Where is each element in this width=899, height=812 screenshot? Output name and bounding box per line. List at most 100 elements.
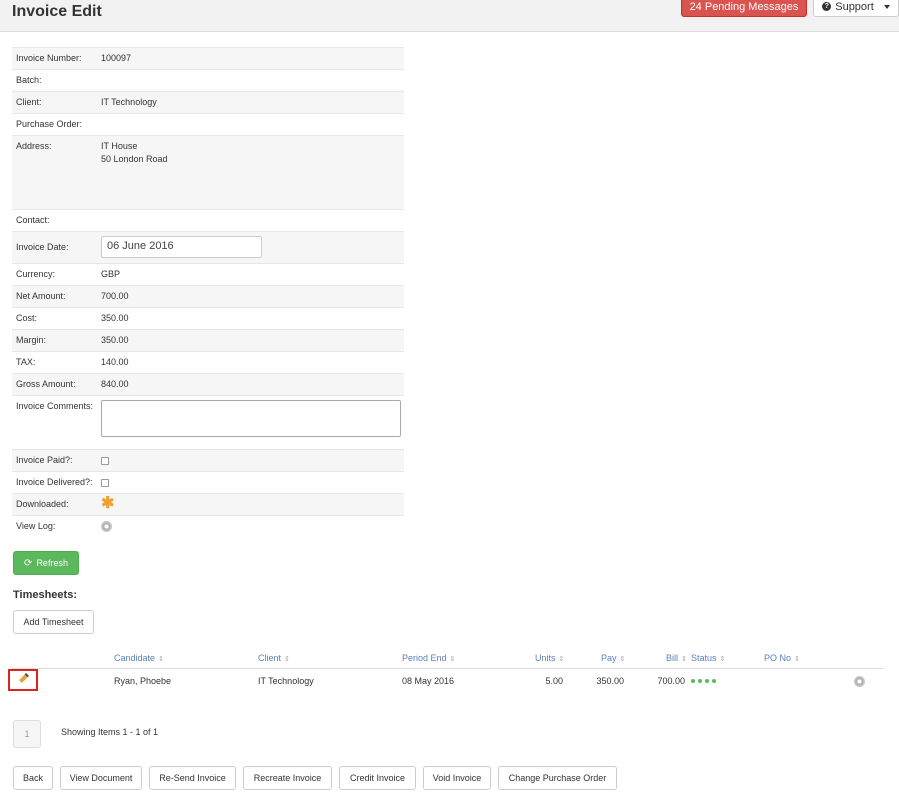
sort-icon: ⇕: [619, 656, 626, 663]
label: Gross Amount:: [16, 379, 76, 389]
pagination-page[interactable]: 1: [13, 720, 41, 748]
column-bill[interactable]: Bill ⇕: [666, 653, 687, 663]
invoice-date-input[interactable]: 06 June 2016: [101, 236, 262, 258]
address-value: IT House 50 London Road: [101, 136, 404, 209]
client-value: IT Technology: [101, 97, 157, 107]
row-invoice-paid: Invoice Paid?:: [12, 450, 404, 472]
row-invoice-date: Invoice Date: 06 June 2016: [12, 232, 404, 264]
status-dot: [712, 679, 716, 683]
column-client[interactable]: Client ⇕: [258, 653, 290, 663]
delivered-cell: [101, 472, 404, 493]
sort-icon: ⇕: [449, 656, 456, 663]
support-dropdown[interactable]: ? Support: [813, 0, 899, 17]
top-bar: Invoice Edit 24 Pending Messages ? Suppo…: [0, 0, 899, 32]
label: Currency:: [16, 269, 56, 279]
label: Contact:: [16, 215, 50, 225]
column-label: PO No: [764, 653, 792, 663]
sort-icon: ⇕: [284, 656, 290, 663]
currency-value: GBP: [101, 269, 121, 279]
invoice-form: Invoice Number: 100097 Batch: Client: IT…: [12, 47, 404, 538]
sort-icon: ⇕: [558, 656, 565, 663]
invoice-date-cell: 06 June 2016: [101, 232, 404, 263]
back-button[interactable]: Back: [13, 766, 53, 790]
view-log-cell: [101, 516, 404, 538]
refresh-label: Refresh: [36, 558, 68, 568]
sort-icon: ⇕: [681, 656, 687, 663]
column-po-no[interactable]: PO No ⇕: [764, 653, 800, 663]
change-purchase-order-button[interactable]: Change Purchase Order: [498, 766, 617, 790]
invoice-comments-textarea[interactable]: [101, 400, 401, 437]
page-title: Invoice Edit: [12, 3, 102, 20]
status-dot: [705, 679, 709, 683]
view-document-button[interactable]: View Document: [60, 766, 142, 790]
downloaded-cell: ✱: [101, 494, 404, 515]
label: Invoice Delivered?:: [16, 477, 93, 487]
tax-value: 140.00: [101, 357, 129, 367]
table-row: Ryan, Phoebe IT Technology 08 May 2016 5…: [12, 670, 884, 692]
column-label: Period End: [402, 653, 447, 663]
row-comments: Invoice Comments:: [12, 396, 404, 450]
column-candidate[interactable]: Candidate ⇕: [114, 653, 164, 663]
invoice-number-value: 100097: [101, 53, 132, 63]
void-invoice-button[interactable]: Void Invoice: [423, 766, 491, 790]
row-invoice-delivered: Invoice Delivered?:: [12, 472, 404, 494]
column-status[interactable]: Status ⇕: [691, 653, 725, 663]
label: Invoice Number:: [16, 53, 82, 63]
pencil-icon: [19, 673, 29, 683]
address-line-2: 50 London Road: [101, 154, 168, 164]
asterisk-icon: ✱: [101, 495, 115, 512]
label: Batch:: [16, 75, 42, 85]
edit-button[interactable]: [8, 669, 38, 691]
label: View Log:: [16, 521, 56, 531]
batch-value: [101, 70, 404, 91]
status-dot: [698, 679, 702, 683]
column-pay[interactable]: Pay ⇕: [601, 653, 625, 663]
sort-icon: ⇕: [794, 656, 800, 663]
add-timesheet-button[interactable]: Add Timesheet: [13, 610, 94, 634]
timesheets-title: Timesheets:: [13, 589, 77, 601]
column-period-end[interactable]: Period End ⇕: [402, 653, 455, 663]
status-dot: [691, 679, 695, 683]
resend-invoice-button[interactable]: Re-Send Invoice: [149, 766, 236, 790]
row-batch: Batch:: [12, 70, 404, 92]
row-client: Client: IT Technology: [12, 92, 404, 114]
invoice-delivered-checkbox[interactable]: [101, 479, 109, 487]
gear-icon[interactable]: [101, 521, 112, 532]
purchase-order-value: [101, 114, 404, 135]
status-indicator: [691, 679, 716, 683]
credit-invoice-button[interactable]: Credit Invoice: [339, 766, 416, 790]
row-address: Address: IT House 50 London Road: [12, 136, 404, 210]
label: Address:: [16, 141, 52, 151]
row-invoice-number: Invoice Number: 100097: [12, 48, 404, 70]
row-contact: Contact:: [12, 210, 404, 232]
row-gear-icon[interactable]: [854, 676, 865, 687]
period-end-cell: 08 May 2016: [402, 676, 455, 686]
column-label: Units: [535, 653, 556, 663]
row-downloaded: Downloaded: ✱: [12, 494, 404, 516]
contact-value: [101, 210, 404, 231]
row-cost: Cost: 350.00: [12, 308, 404, 330]
column-label: Client: [258, 653, 282, 663]
row-margin: Margin: 350.00: [12, 330, 404, 352]
comments-cell: [101, 396, 404, 449]
label: Net Amount:: [16, 291, 66, 301]
paid-cell: [101, 450, 404, 471]
units-cell: 5.00: [545, 676, 563, 686]
refresh-button[interactable]: ⟳ Refresh: [13, 551, 79, 575]
gross-amount-value: 840.00: [101, 379, 129, 389]
recreate-invoice-button[interactable]: Recreate Invoice: [243, 766, 332, 790]
label: Client:: [16, 97, 42, 107]
pending-messages-button[interactable]: 24 Pending Messages: [681, 0, 807, 17]
column-units[interactable]: Units ⇕: [535, 653, 564, 663]
caret-down-icon: [883, 4, 890, 9]
invoice-paid-checkbox[interactable]: [101, 457, 109, 465]
timesheets-table-header: Candidate ⇕ Client ⇕ Period End ⇕ Units ⇕ Pa…: [12, 647, 884, 669]
pay-cell: 350.00: [596, 676, 624, 686]
column-label: Status: [691, 653, 717, 663]
refresh-icon: ⟳: [24, 557, 33, 569]
row-purchase-order: Purchase Order:: [12, 114, 404, 136]
pagination-info: Showing Items 1 - 1 of 1: [61, 727, 159, 737]
address-line-1: IT House: [101, 141, 138, 151]
question-icon: ?: [822, 2, 832, 11]
row-net-amount: Net Amount: 700.00: [12, 286, 404, 308]
